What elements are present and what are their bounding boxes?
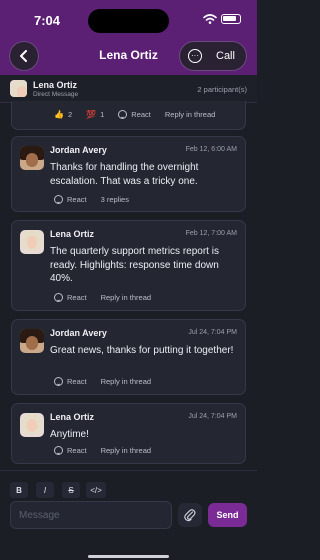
paperclip-icon: [184, 509, 196, 522]
message-timestamp: Jul 24, 7:04 PM: [188, 329, 237, 336]
dynamic-island: [88, 9, 169, 33]
home-indicator: [88, 555, 169, 558]
react-label: React: [67, 377, 87, 386]
smile-icon: [54, 377, 63, 386]
conversation-name: Lena Ortiz: [33, 80, 78, 90]
avatar: [20, 146, 44, 170]
chevron-left-icon: [20, 50, 27, 62]
more-circle-icon: ···: [188, 49, 202, 63]
call-label: Call: [216, 50, 235, 62]
message-timestamp: Feb 12, 6:00 AM: [185, 146, 237, 153]
message-input[interactable]: [10, 501, 172, 529]
reply-in-thread-button[interactable]: Reply in thread: [101, 293, 151, 302]
react-button[interactable]: React: [54, 446, 87, 455]
reaction-count: 1: [100, 110, 105, 119]
participant-count: 2 participant(s): [197, 85, 247, 94]
message-author: Jordan Avery: [50, 145, 107, 155]
message-composer: B I S </> Send: [0, 470, 257, 560]
react-label: React: [67, 195, 87, 204]
message-actions: 👍 2 💯 1 React Reply in thread: [54, 110, 215, 119]
send-button[interactable]: Send: [208, 503, 247, 527]
smile-icon: [54, 195, 63, 204]
avatar: [10, 80, 27, 97]
message-author: Lena Ortiz: [50, 229, 95, 239]
message-author: Lena Ortiz: [50, 412, 95, 422]
smile-icon: [118, 110, 128, 119]
reaction-hundred[interactable]: 💯 1: [86, 110, 104, 119]
react-label: React: [131, 110, 151, 119]
react-label: React: [67, 446, 87, 455]
smile-icon: [54, 446, 63, 455]
avatar: [20, 413, 44, 437]
avatar: [20, 230, 44, 254]
status-bar: 7:04: [0, 0, 257, 40]
back-button[interactable]: [9, 41, 39, 71]
react-button[interactable]: React: [118, 110, 151, 119]
conversation-info: Lena Ortiz Direct Message 2 participant(…: [0, 75, 257, 103]
message-actions: React 3 replies: [54, 195, 129, 204]
react-label: React: [67, 293, 87, 302]
message-card: Jordan Avery Feb 12, 6:00 AM Thanks for …: [11, 136, 246, 212]
message-card: Jordan Avery Jul 24, 7:04 PM Great news,…: [11, 319, 246, 395]
italic-button[interactable]: I: [36, 482, 54, 498]
reply-in-thread-button[interactable]: Reply in thread: [101, 446, 151, 455]
thumbs-up-icon: 👍: [54, 110, 64, 119]
nav-bar: Lena Ortiz ··· Call: [0, 40, 257, 74]
strikethrough-button[interactable]: S: [62, 482, 80, 498]
header: 7:04 Lena Ortiz ··· Call: [0, 0, 257, 75]
avatar: [20, 329, 44, 353]
message-card-partial: 👍 2 💯 1 React Reply in thread: [11, 101, 246, 130]
call-button[interactable]: ··· Call: [179, 41, 247, 71]
attach-button[interactable]: [178, 503, 202, 527]
conversation-type: Direct Message: [33, 91, 79, 98]
hundred-icon: 💯: [86, 110, 97, 119]
reply-in-thread-button[interactable]: Reply in thread: [165, 110, 215, 119]
message-card: Lena Ortiz Jul 24, 7:04 PM Anytime! Reac…: [11, 403, 246, 464]
battery-icon: [221, 14, 241, 24]
message-timestamp: Feb 12, 7:00 AM: [185, 230, 237, 237]
message-card: Lena Ortiz Feb 12, 7:00 AM The quarterly…: [11, 220, 246, 311]
message-text: Anytime!: [50, 429, 89, 440]
status-icons: [203, 14, 241, 24]
message-actions: React Reply in thread: [54, 377, 151, 386]
status-time: 7:04: [34, 13, 61, 28]
bold-button[interactable]: B: [10, 482, 28, 498]
code-button[interactable]: </>: [86, 482, 106, 498]
message-text: Great news, thanks for putting it togeth…: [50, 345, 234, 356]
message-text: Thanks for handling the overnight escala…: [50, 162, 199, 187]
reply-in-thread-button[interactable]: Reply in thread: [101, 377, 151, 386]
message-actions: React Reply in thread: [54, 446, 151, 455]
reaction-thumbs-up[interactable]: 👍 2: [54, 110, 72, 119]
replies-link[interactable]: 3 replies: [101, 195, 129, 204]
wifi-icon: [203, 14, 217, 24]
reaction-count: 2: [67, 110, 73, 119]
smile-icon: [54, 293, 63, 302]
message-timestamp: Jul 24, 7:04 PM: [188, 413, 237, 420]
message-actions: React Reply in thread: [54, 293, 151, 302]
react-button[interactable]: React: [54, 377, 87, 386]
react-button[interactable]: React: [54, 195, 87, 204]
message-text: The quarterly support metrics report is …: [50, 246, 219, 284]
message-author: Jordan Avery: [50, 328, 107, 338]
react-button[interactable]: React: [54, 293, 87, 302]
